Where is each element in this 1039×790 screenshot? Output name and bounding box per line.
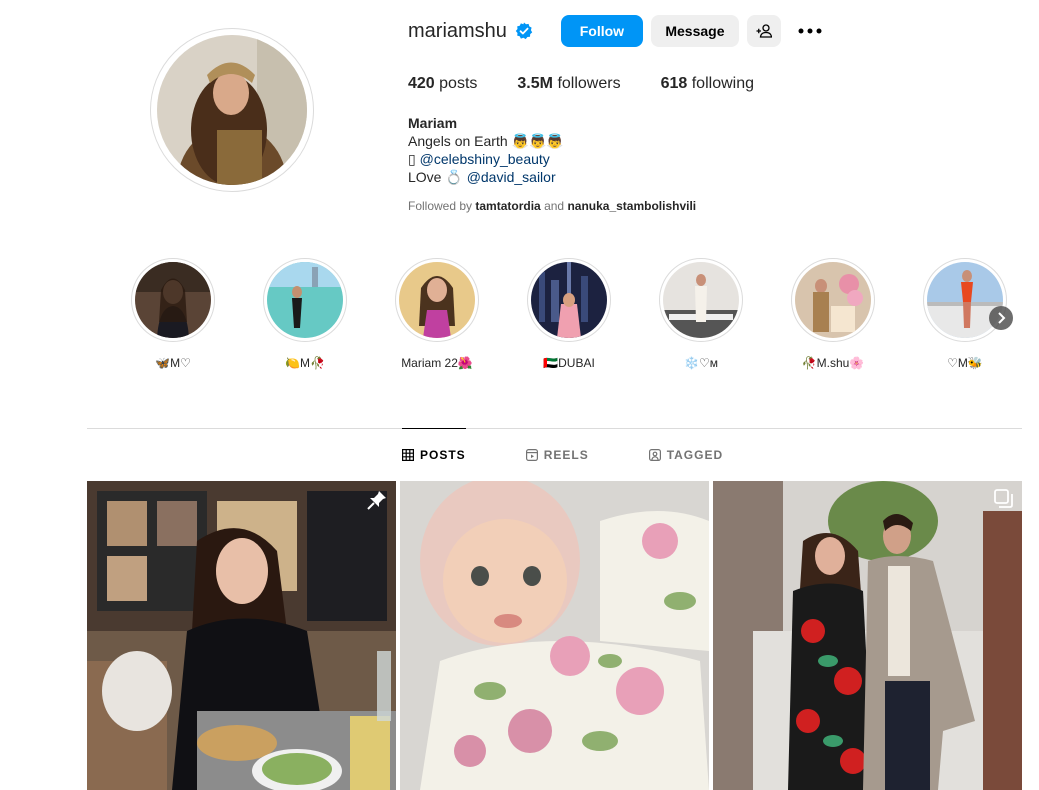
profile-bio: Mariam Angels on Earth 👼👼👼 ▯ @celebshiny… [408, 114, 564, 186]
bio-mention-link[interactable]: @david_sailor [467, 169, 556, 185]
highlight-item[interactable]: 🇦🇪DUBAI [525, 258, 613, 370]
highlight-item[interactable]: 🦋M♡ [129, 258, 217, 370]
tagged-icon [648, 448, 661, 461]
highlights-next-button[interactable] [989, 306, 1013, 330]
bio-line: Angels on Earth 👼👼👼 [408, 133, 564, 149]
story-highlights: 🦋M♡ 🍋M🥀 Mariam 22🌺 🇦🇪DUBAI ❄️♡ᴍ 🥀M.shu🌸 [87, 258, 1022, 388]
highlight-item[interactable]: ❄️♡ᴍ [657, 258, 745, 370]
highlight-label: 🇦🇪DUBAI [543, 356, 595, 370]
pinned-post-icon [366, 489, 388, 516]
tab-tagged[interactable]: TAGGED [648, 428, 723, 481]
highlight-item[interactable]: 🥀M.shu🌸 [789, 258, 877, 370]
following-count[interactable]: 618 following [661, 75, 754, 93]
profile-tabs: POSTS REELS TAGGED [402, 428, 783, 481]
highlight-label: Mariam 22🌺 [401, 356, 473, 370]
highlight-label: 🍋M🥀 [285, 356, 325, 370]
profile-avatar-ring[interactable] [150, 28, 314, 192]
bio-line: LOve 💍 @david_sailor [408, 169, 556, 185]
carousel-post-icon [994, 489, 1014, 514]
post-thumbnail[interactable] [87, 481, 396, 790]
followers-count[interactable]: 3.5M followers [517, 75, 620, 93]
profile-full-name: Mariam [408, 115, 458, 131]
highlight-label: 🥀M.shu🌸 [801, 356, 865, 370]
chevron-right-icon [998, 312, 1006, 324]
username: mariamshu [408, 19, 507, 42]
avatar [157, 35, 307, 185]
posts-count: 420 posts [408, 75, 478, 92]
reels-icon [525, 448, 538, 461]
highlight-label: 🦋M♡ [155, 356, 191, 370]
post-thumbnail[interactable] [400, 481, 709, 790]
highlight-label: ♡M🐝 [947, 356, 983, 370]
bio-mention-link[interactable]: @celebshiny_beauty [420, 151, 550, 167]
profile-header-row: mariamshu Follow Message [408, 15, 823, 47]
tab-posts[interactable]: POSTS [402, 428, 466, 481]
bio-line: ▯ @celebshiny_beauty [408, 151, 550, 167]
more-options-button[interactable] [797, 15, 823, 47]
message-button[interactable]: Message [650, 15, 739, 47]
post-image [400, 481, 709, 790]
highlight-label: ❄️♡ᴍ [684, 356, 718, 370]
post-image [87, 481, 396, 790]
add-person-icon [756, 24, 772, 38]
highlight-item[interactable]: 🍋M🥀 [261, 258, 349, 370]
followed-by-text[interactable]: Followed by tamtatordia and nanuka_stamb… [408, 199, 696, 213]
follow-button[interactable]: Follow [560, 15, 643, 47]
tab-reels[interactable]: REELS [525, 428, 589, 481]
more-options-icon [798, 28, 822, 34]
post-image [713, 481, 1022, 790]
profile-stats: 420 posts 3.5M followers 618 following [408, 75, 794, 93]
post-thumbnail[interactable] [713, 481, 1022, 790]
grid-icon [402, 448, 414, 461]
highlight-item[interactable]: Mariam 22🌺 [393, 258, 481, 370]
suggest-users-button[interactable] [746, 15, 781, 47]
verified-badge-icon [515, 22, 533, 40]
